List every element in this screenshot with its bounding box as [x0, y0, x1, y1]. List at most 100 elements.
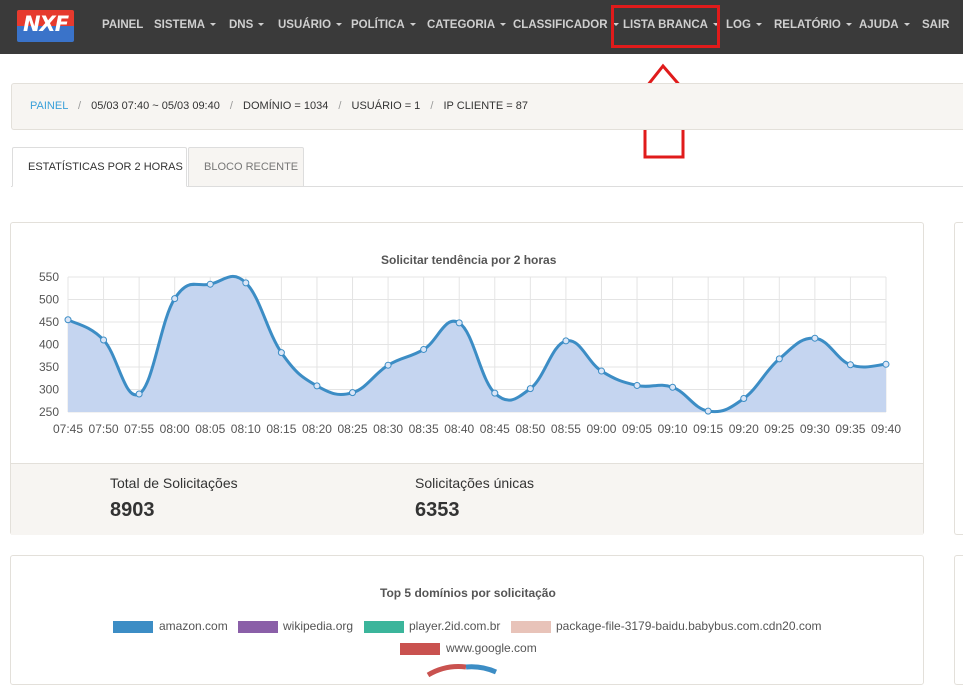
breadcrumb-domain-count: DOMÍNIO = 1034 [243, 100, 329, 112]
data-point [455, 319, 463, 327]
y-tick-label: 250 [39, 405, 59, 419]
data-point [669, 383, 677, 391]
data-point [277, 349, 285, 357]
x-tick-label: 09:15 [693, 422, 723, 436]
caret-down-icon [336, 23, 343, 27]
nav-item-política[interactable]: POLÍTICA [351, 0, 416, 54]
right-panel-edge [954, 222, 963, 535]
breadcrumb: PAINEL / 05/03 07:40 ~ 05/03 09:40 / DOM… [11, 83, 963, 130]
nav-item-label: POLÍTICA [351, 19, 405, 31]
x-tick-label: 09:30 [800, 422, 830, 436]
nav-item-label: SAIR [922, 19, 950, 31]
nav-item-categoria[interactable]: CATEGORIA [427, 0, 507, 54]
y-tick-label: 550 [39, 270, 59, 284]
x-tick-label: 08:40 [444, 422, 474, 436]
data-point [171, 295, 179, 303]
unique-requests-value: 6353 [415, 499, 460, 521]
unique-requests-label: Solicitações únicas [415, 475, 535, 491]
pie-slice-amazon [465, 664, 498, 675]
tab-2h-stats[interactable]: ESTATÍSTICAS POR 2 HORAS [12, 147, 187, 187]
nav-item-label: AJUDA [859, 19, 899, 31]
nav-item-label: RELATÓRIO [774, 19, 841, 31]
x-tick-label: 08:05 [195, 422, 225, 436]
x-tick-label: 09:05 [622, 422, 652, 436]
nav-item-label: DNS [229, 19, 254, 31]
tab-recent-blocks[interactable]: BLOCO RECENTE [188, 147, 304, 187]
breadcrumb-client-ip-count: IP CLIENTE = 87 [443, 100, 528, 112]
data-point [64, 316, 72, 324]
x-tick-label: 09:00 [586, 422, 616, 436]
x-tick-label: 08:45 [480, 422, 510, 436]
x-tick-label: 08:00 [160, 422, 190, 436]
pie-chart [426, 664, 498, 678]
breadcrumb-home-link[interactable]: PAINEL [30, 100, 68, 112]
right-panel-edge [954, 555, 963, 685]
nav-item-label: CATEGORIA [427, 19, 496, 31]
data-point [775, 355, 783, 363]
x-tick-label: 08:30 [373, 422, 403, 436]
x-tick-label: 08:25 [338, 422, 368, 436]
breadcrumb-separator: / [229, 100, 233, 112]
trend-chart: 550 500 450 400 350 300 250 07:45 07:50 07:55 08:0… [39, 270, 901, 436]
data-point [349, 389, 357, 397]
x-tick-label: 08:15 [266, 422, 296, 436]
caret-down-icon [409, 23, 416, 27]
breadcrumb-separator: / [430, 100, 434, 112]
nav-item-log[interactable]: LOG [726, 0, 762, 54]
x-tick-label: 09:10 [658, 422, 688, 436]
x-tick-label: 09:40 [871, 422, 901, 436]
data-point [846, 361, 854, 369]
x-tick-label: 07:50 [89, 422, 119, 436]
data-point [811, 334, 819, 342]
nav-item-label: CLASSIFICADOR [513, 19, 608, 31]
trend-panel: Solicitar tendência por 2 horas 550 500 45… [10, 222, 924, 535]
highlight-box-lista-branca [611, 5, 720, 48]
caret-down-icon [845, 23, 852, 27]
data-point [242, 279, 250, 287]
x-tick-label: 08:35 [409, 422, 439, 436]
caret-down-icon [500, 23, 507, 27]
nav-item-usuário[interactable]: USUÁRIO [278, 0, 343, 54]
total-requests-value: 8903 [110, 499, 155, 521]
data-point [420, 345, 428, 353]
y-tick-label: 350 [39, 360, 59, 374]
x-tick-label: 08:20 [302, 422, 332, 436]
nav-item-painel[interactable]: PAINEL [102, 0, 143, 54]
data-point [100, 336, 108, 344]
x-tick-label: 07:45 [53, 422, 83, 436]
data-point [313, 382, 321, 390]
x-tick-label: 07:55 [124, 422, 154, 436]
data-point [597, 367, 605, 375]
nav-item-ajuda[interactable]: AJUDA [859, 0, 910, 54]
data-point [740, 395, 748, 402]
logo-text: NXF [22, 12, 69, 36]
caret-down-icon [210, 23, 217, 27]
total-requests-label: Total de Solicitações [110, 475, 238, 491]
top-navbar: NXF PAINEL SISTEMA DNS USUÁRIO POLÍTICA CATEG… [0, 0, 963, 54]
data-point [704, 407, 712, 415]
data-point [491, 389, 499, 397]
nxf-logo[interactable]: NXF [17, 10, 74, 42]
data-point [882, 360, 890, 368]
y-tick-label: 450 [39, 315, 59, 329]
caret-down-icon [258, 23, 265, 27]
nav-item-label: LOG [726, 19, 751, 31]
nav-item-label: USUÁRIO [278, 19, 332, 31]
data-point [135, 390, 143, 398]
nav-item-label: SISTEMA [154, 19, 206, 31]
data-point [562, 337, 570, 345]
x-tick-label: 09:20 [729, 422, 759, 436]
data-point [384, 361, 392, 369]
breadcrumb-user-count: USUÁRIO = 1 [351, 100, 421, 112]
data-point [633, 381, 641, 389]
data-point [206, 280, 214, 288]
nav-item-dns[interactable]: DNS [229, 0, 265, 54]
nav-item-relatório[interactable]: RELATÓRIO [774, 0, 852, 54]
nav-item-sistema[interactable]: SISTEMA [154, 0, 217, 54]
breadcrumb-separator: / [338, 100, 342, 112]
stats-footer: Total de Solicitações 8903 Solicitações … [11, 463, 923, 535]
nav-item-sair[interactable]: SAIR [922, 0, 949, 54]
x-tick-label: 08:10 [231, 422, 261, 436]
x-tick-label: 09:25 [764, 422, 794, 436]
nav-item-classificador[interactable]: CLASSIFICADOR [513, 0, 619, 54]
